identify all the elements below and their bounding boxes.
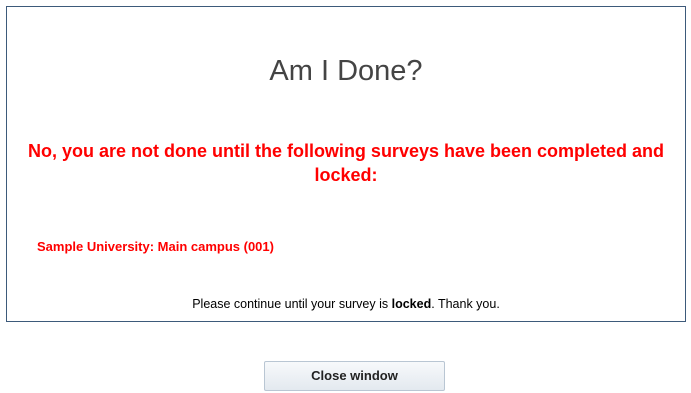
instruction-note-tail: . Thank you. [431,297,500,311]
warning-message: No, you are not done until the following… [27,141,665,185]
instruction-note: Please continue until your survey is loc… [7,297,685,311]
page-title: Am I Done? [269,55,423,87]
dialog-panel: Am I Done? No, you are not done until th… [6,6,686,322]
instruction-note-emphasis: locked [391,297,432,311]
incomplete-survey-item: Sample University: Main campus (001) [37,239,274,254]
close-window-button[interactable]: Close window [264,361,445,391]
instruction-note-text: Please continue until your survey is [192,297,392,311]
